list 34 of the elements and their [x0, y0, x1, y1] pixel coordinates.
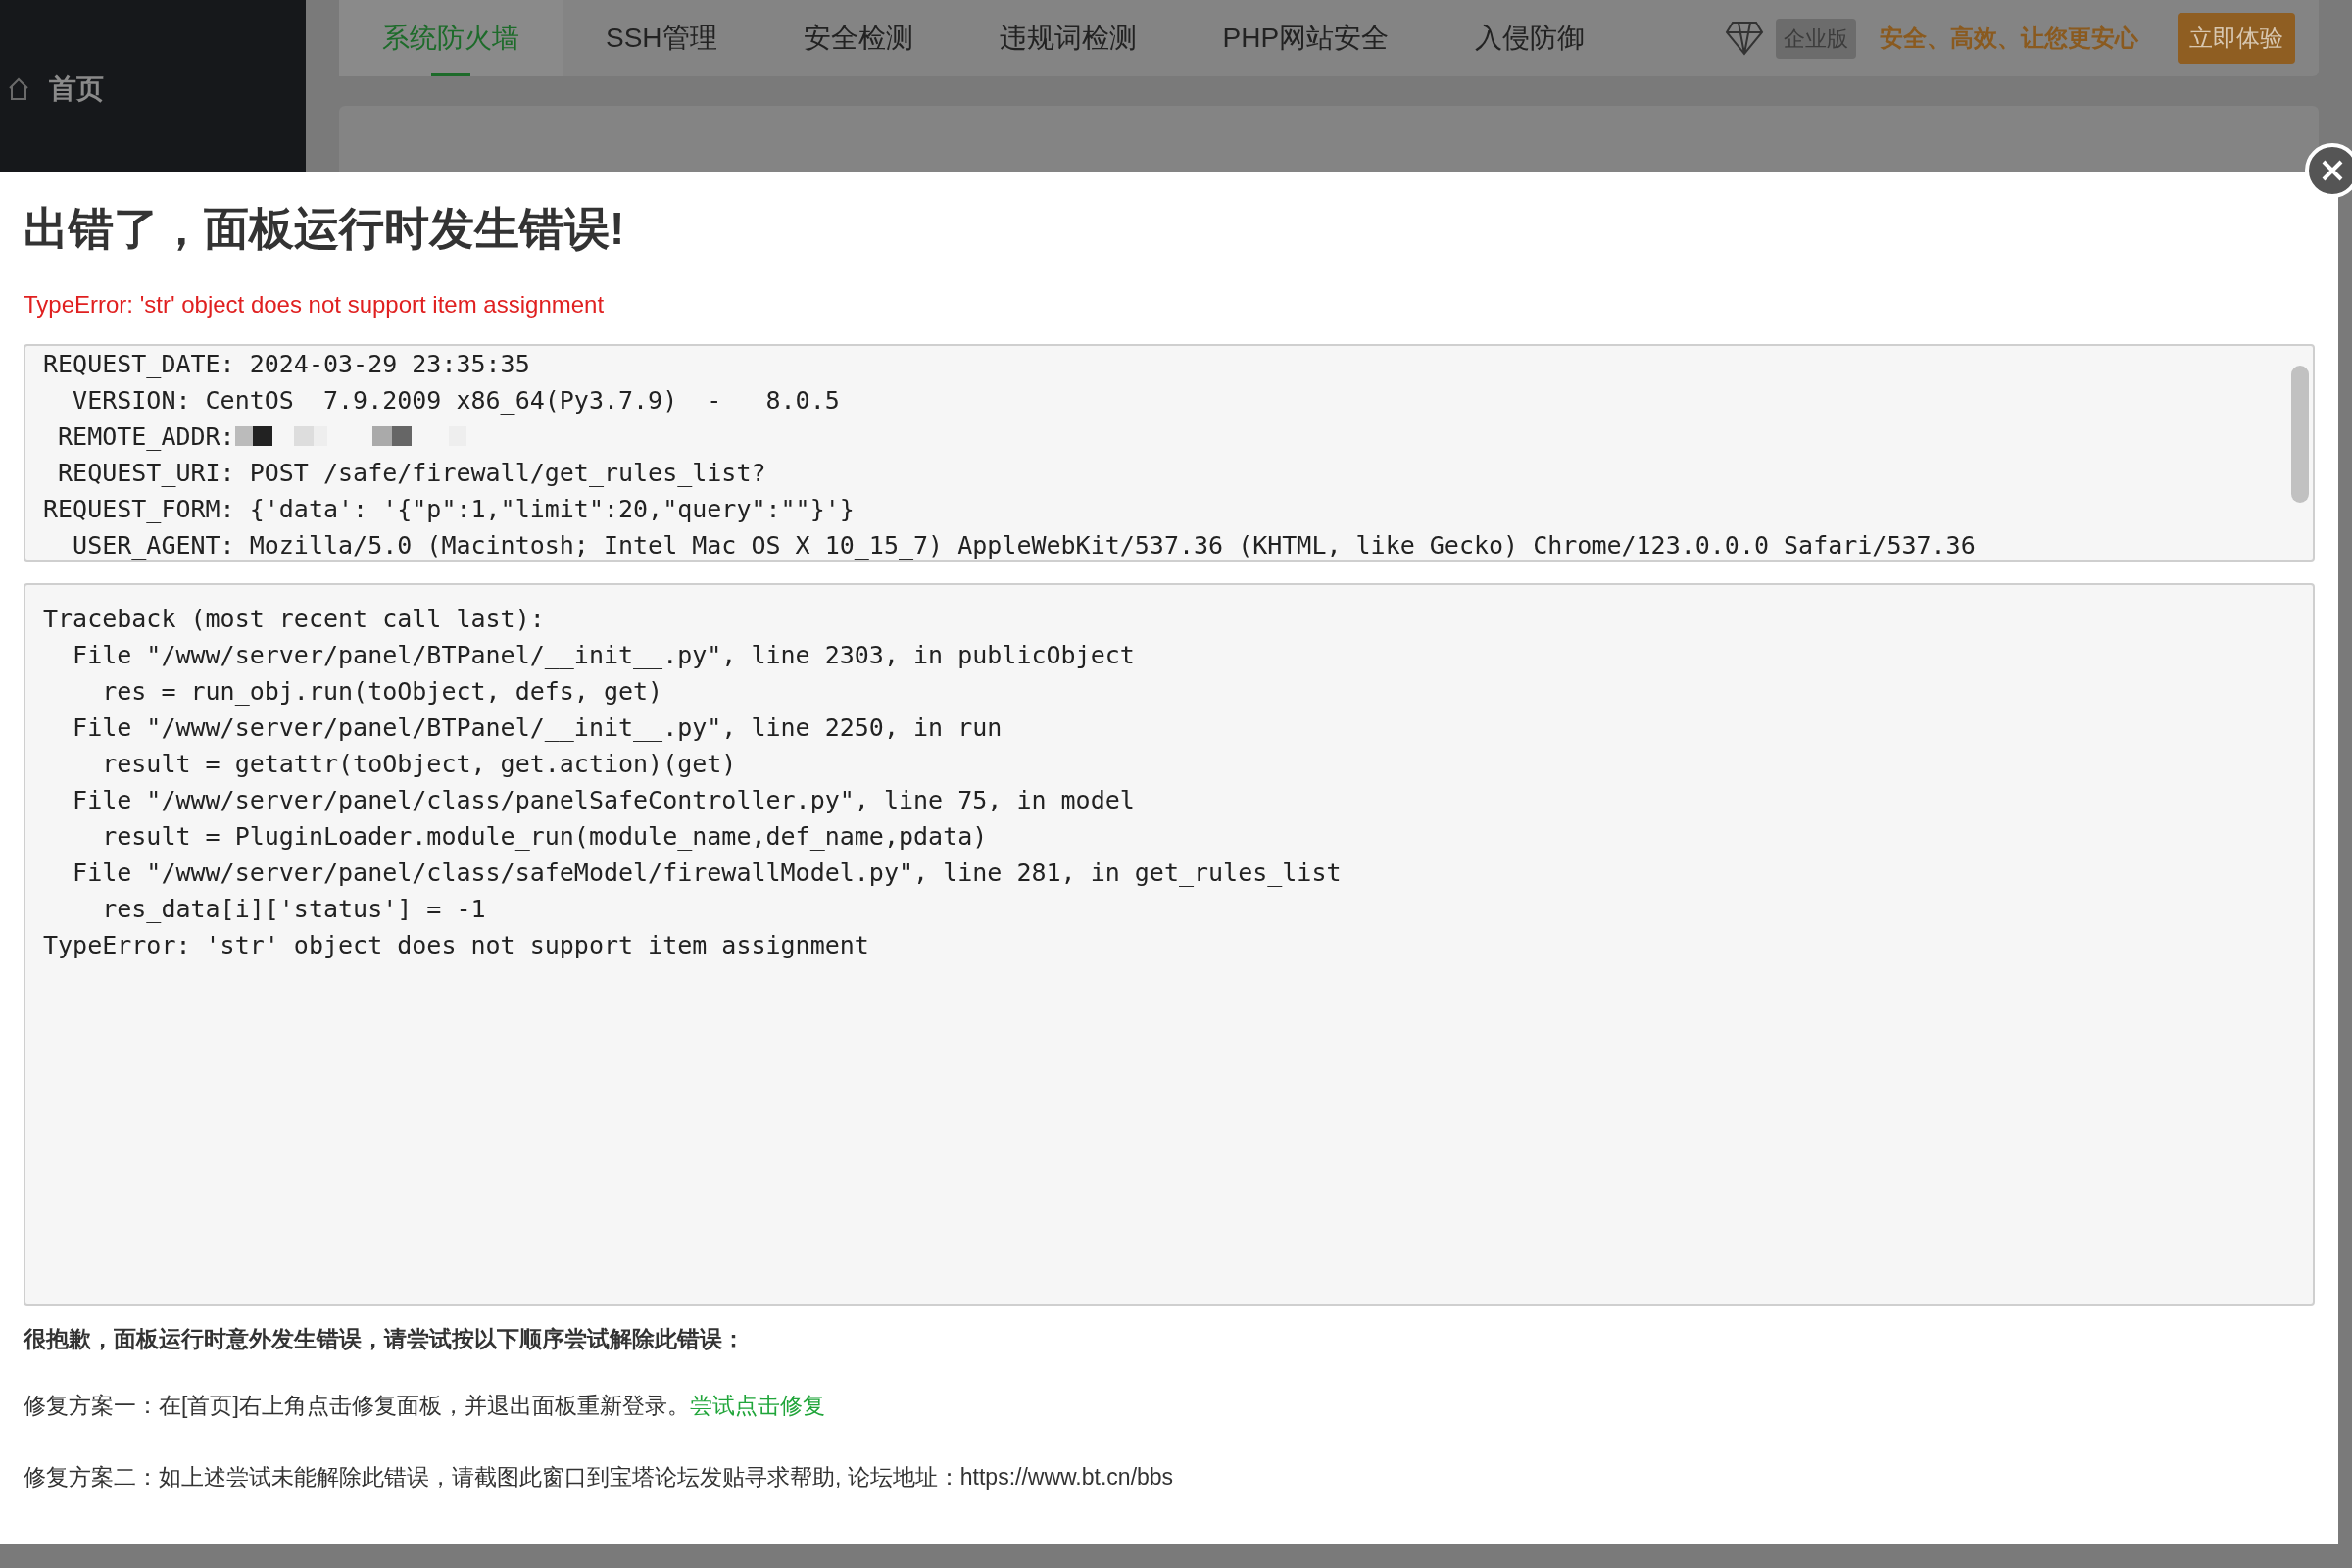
traceback-line: File "/www/server/panel/class/panelSafeController.py", line 75, in model [72, 784, 1136, 816]
traceback-line: result = PluginLoader.module_run(module_name,def_name,pdata) [101, 820, 989, 853]
request-line: REQUEST_DATE: 2024-03-29 23:35:35 [43, 348, 530, 380]
error-message: TypeError: 'str' object does not support item assignment [24, 289, 606, 319]
traceback-line: TypeError: 'str' object does not support item assignment [43, 929, 870, 961]
diamond-icon [1725, 21, 1764, 56]
tab[interactable]: 入侵防御 [1432, 0, 1629, 76]
repair-link[interactable]: 尝试点击修复 [689, 1389, 825, 1423]
scrollbar[interactable] [2291, 365, 2309, 503]
request-line: REQUEST_FORM: {'data': '{"p":1,"limit":20,"query":""}'} [43, 493, 855, 525]
traceback-line: Traceback (most recent call last): [43, 603, 546, 635]
traceback-line: result = getattr(toObject, get.action)(get) [101, 748, 738, 780]
traceback-line: res = run_obj.run(toObject, defs, get) [101, 675, 664, 708]
request-line: VERSION: CentOS 7.9.2009 x86_64(Py3.7.9) - 8.0.5 [72, 384, 840, 416]
try-now-button[interactable]: 立即体验 [2178, 13, 2295, 64]
help-intro: 很抱歉，面板运行时意外发生错误，请尝试按以下顺序尝试解除此错误： [24, 1324, 746, 1353]
traceback-line: File "/www/server/panel/class/safeModel/firewallModel.py", line 281, in get_rules_list [72, 857, 1343, 889]
request-line: USER_AGENT: Mozilla/5.0 (Macintosh; Intel Mac OS X 10_15_7) AppleWebKit/537.36 (KHTML, like Gecko) Chrome/123.0.0.0 Safari/537.36 [72, 529, 1976, 560]
fix-two-text: 修复方案二：如上述尝试未能解除此错误，请截图此窗口到宝塔论坛发贴寻求帮助, 论坛地址：https://www.bt.cn/bbs [24, 1462, 1175, 1492]
tab[interactable]: 违规词检测 [956, 0, 1180, 76]
request-line: REQUEST_URI: POST /safe/firewall/get_rules_list? [57, 457, 766, 489]
tab[interactable]: PHP网站安全 [1179, 0, 1433, 76]
sidebar-item[interactable]: 首页 [0, 45, 306, 133]
fix-one-text: 修复方案一：在[首页]右上角点击修复面板，并退出面板重新登录。 [24, 1392, 690, 1420]
tab[interactable]: 安全检测 [760, 0, 956, 76]
close-icon [2321, 159, 2344, 182]
home-icon [8, 77, 29, 101]
tab[interactable]: SSH管理 [563, 0, 760, 76]
request-line: REMOTE_ADDR: [57, 420, 235, 453]
slogan: 安全、高效、让您更安心 [1879, 24, 2139, 53]
traceback-line: File "/www/server/panel/BTPanel/__init__.py", line 2250, in run [72, 711, 1004, 744]
dialog-title: 出错了，面板运行时发生错误! [24, 202, 626, 256]
traceback-line: File "/www/server/panel/BTPanel/__init__.py", line 2303, in publicObject [72, 639, 1136, 671]
traceback-line: res_data[i]['status'] = -1 [101, 893, 487, 925]
